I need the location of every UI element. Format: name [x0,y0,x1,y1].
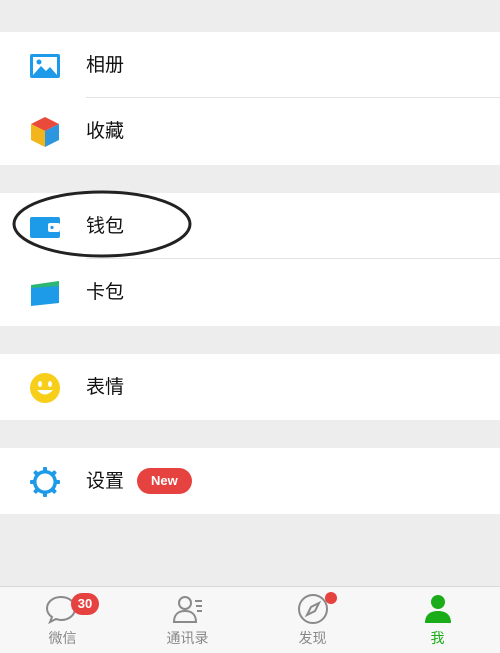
person-icon [422,593,454,625]
notification-dot [325,592,337,604]
menu-group-stickers: 表情 [0,354,500,420]
unread-count-badge: 30 [71,593,99,615]
settings-gear-icon [28,465,62,499]
menu-item-favorites-label: 收藏 [86,120,125,142]
tab-discover[interactable]: 发现 [250,587,375,653]
album-icon [28,49,62,83]
tab-chats[interactable]: 30 微信 [0,587,125,653]
menu-item-wallet[interactable]: 钱包 [0,193,500,259]
tab-me[interactable]: 我 [375,587,500,653]
menu-item-stickers-label: 表情 [86,376,125,398]
menu-item-favorites[interactable]: 收藏 [0,98,500,164]
menu-group-wallet: 钱包 卡包 [0,193,500,326]
smiley-icon [28,371,62,405]
tab-discover-label: 发现 [298,631,327,647]
favorites-cube-icon [28,115,62,149]
menu-item-cards-label: 卡包 [86,281,125,303]
menu-group-media: 相册 收藏 [0,32,500,165]
menu-item-settings[interactable]: 设置 New [0,448,500,514]
menu-item-stickers[interactable]: 表情 [0,354,500,420]
contacts-icon [172,593,204,625]
new-badge: New [137,468,192,494]
tab-contacts-label: 通讯录 [166,631,209,647]
menu-item-settings-label: 设置 [86,470,125,492]
bottom-tab-bar: 30 微信 通讯录 发现 我 [0,586,500,653]
menu-item-cards[interactable]: 卡包 [0,259,500,325]
tab-contacts[interactable]: 通讯录 [125,587,250,653]
card-holder-icon [28,276,62,310]
menu-item-album[interactable]: 相册 [0,32,500,98]
wallet-icon [28,210,62,244]
menu-item-wallet-label: 钱包 [86,215,125,237]
menu-group-settings: 设置 New [0,448,500,514]
tab-me-label: 我 [430,631,445,647]
tab-chats-label: 微信 [48,631,77,647]
menu-item-album-label: 相册 [86,54,125,76]
